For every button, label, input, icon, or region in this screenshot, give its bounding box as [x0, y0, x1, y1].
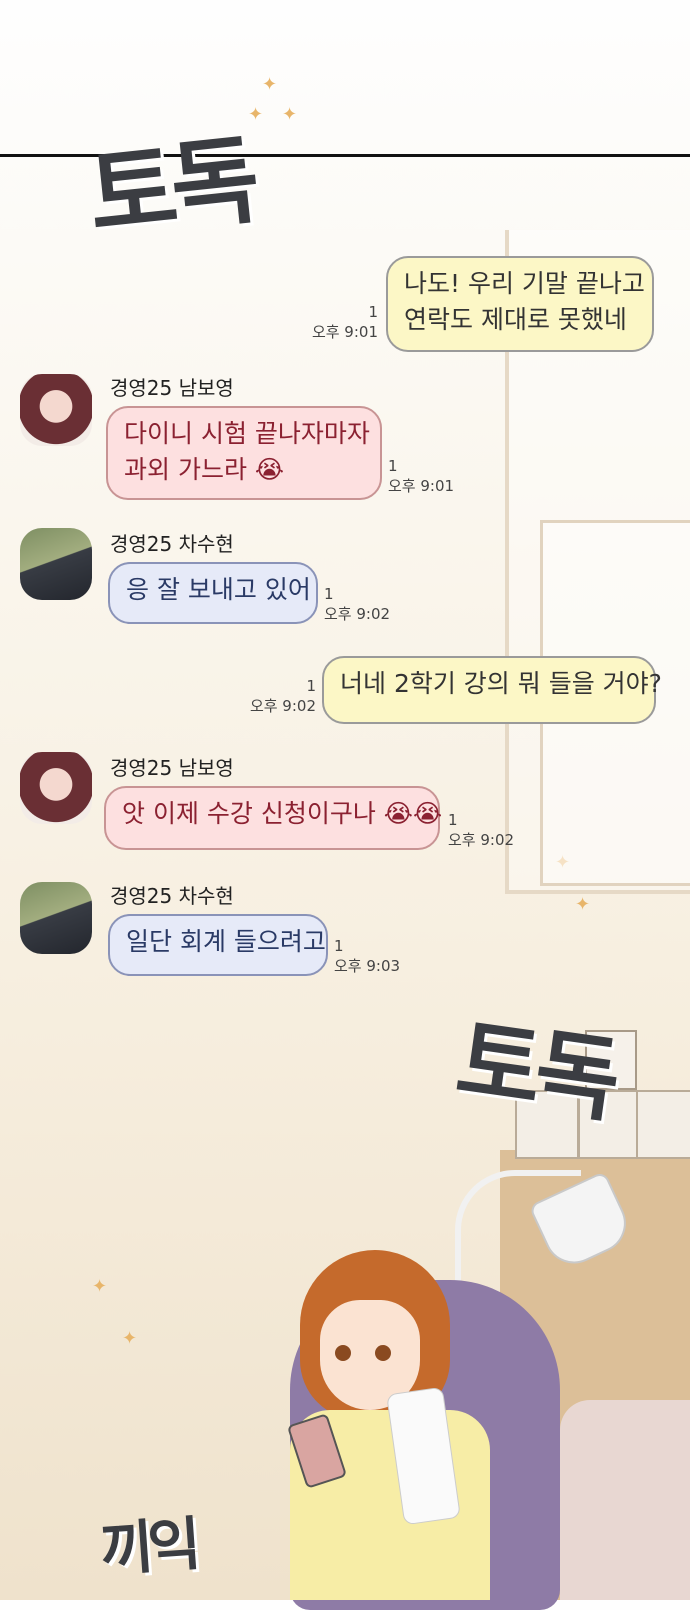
avatar-girl-icon[interactable]: [20, 374, 92, 446]
sparkle-icon: ✦: [262, 74, 278, 95]
avatar-boy-icon[interactable]: [20, 882, 92, 954]
avatar-boy-icon[interactable]: [20, 528, 92, 600]
character-eye: [335, 1345, 351, 1361]
message-meta: 1 오후 9:02: [324, 584, 390, 624]
message-line: 응 잘 보내고 있어: [126, 575, 311, 604]
message-bubble-sent[interactable]: 나도! 우리 기말 끝나고 연락도 제대로 못했네: [386, 256, 654, 352]
message-line: 과외 가느라 😭: [124, 455, 285, 484]
message-bubble-received[interactable]: 앗 이제 수강 신청이구나 😭😭: [104, 786, 443, 850]
message-meta: 1 오후 9:01: [388, 456, 454, 496]
message-meta: 1 오후 9:02: [236, 676, 316, 716]
sparkle-icon: ✦: [282, 104, 298, 125]
sender-name: 경영25 차수현: [110, 532, 234, 556]
message-time: 오후 9:02: [324, 605, 391, 623]
message-time: 오후 9:02: [249, 697, 316, 715]
sparkle-icon: ✦: [575, 894, 591, 915]
character-eye: [375, 1345, 391, 1361]
message-line: 앗 이제 수강 신청이구나 😭😭: [122, 799, 443, 828]
unread-count: 1: [306, 677, 316, 695]
unread-count: 1: [368, 303, 378, 321]
sparkle-icon: ✦: [92, 1276, 108, 1297]
message-line: 너네 2학기 강의 뭐 들을 거야?: [340, 669, 662, 698]
unread-count: 1: [334, 937, 344, 955]
message-time: 오후 9:03: [334, 957, 401, 975]
sparkle-icon: ✦: [122, 1328, 138, 1349]
unread-count: 1: [448, 811, 458, 829]
message-line: 나도! 우리 기말 끝나고: [404, 269, 645, 298]
unread-count: 1: [324, 585, 334, 603]
bed-sheet: [560, 1400, 690, 1600]
message-bubble-received[interactable]: 다이니 시험 끝나자마자 과외 가느라 😭: [106, 406, 382, 500]
message-time: 오후 9:02: [448, 831, 515, 849]
message-time: 오후 9:01: [388, 477, 455, 495]
avatar-girl-icon[interactable]: [20, 752, 92, 824]
sender-name: 경영25 남보영: [110, 756, 234, 780]
storage-box: [636, 1090, 690, 1159]
sfx-bottom: 끼익: [98, 1509, 198, 1585]
message-line: 연락도 제대로 못했네: [404, 305, 627, 334]
message-meta: 1 오후 9:02: [448, 810, 514, 850]
sfx-middle: 토독: [450, 1005, 621, 1135]
message-time: 오후 9:01: [311, 323, 378, 341]
sfx-top: 토독: [83, 122, 259, 253]
sparkle-icon: ✦: [248, 104, 264, 125]
message-meta: 1 오후 9:01: [300, 302, 378, 342]
message-meta: 1 오후 9:03: [334, 936, 400, 976]
message-bubble-received[interactable]: 응 잘 보내고 있어: [108, 562, 318, 624]
message-line: 다이니 시험 끝나자마자: [124, 419, 370, 448]
message-bubble-sent[interactable]: 너네 2학기 강의 뭐 들을 거야?: [322, 656, 662, 724]
message-line: 일단 회계 들으려고: [126, 927, 326, 956]
sender-name: 경영25 차수현: [110, 884, 234, 908]
unread-count: 1: [388, 457, 398, 475]
message-bubble-received[interactable]: 일단 회계 들으려고: [108, 914, 328, 976]
sender-name: 경영25 남보영: [110, 376, 234, 400]
